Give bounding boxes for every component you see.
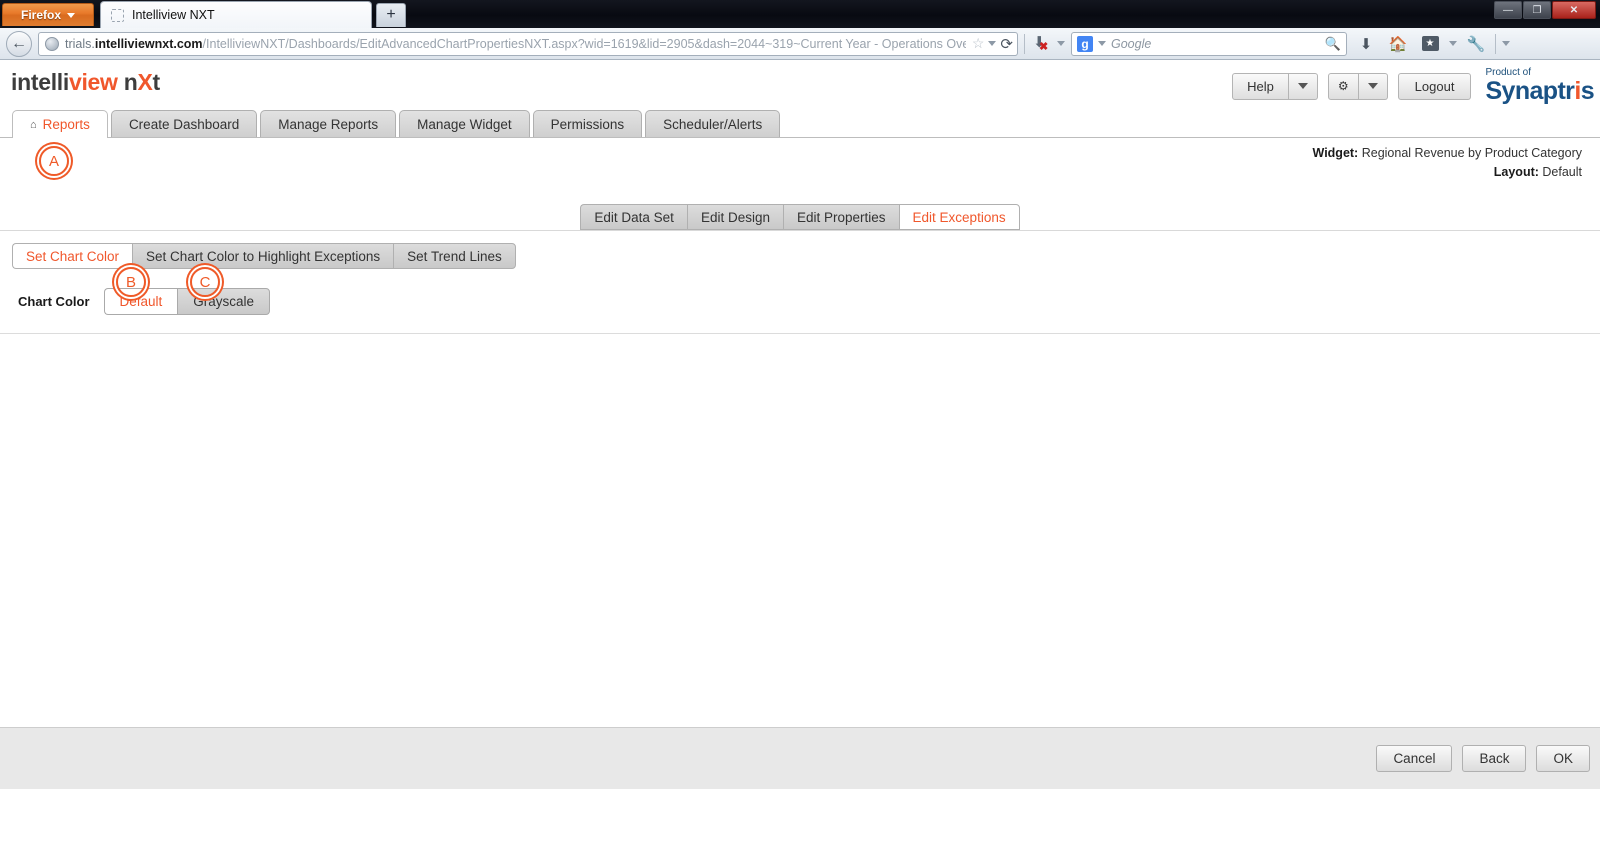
edit-tabs-row: Edit Data Set Edit Design Edit Propertie…	[0, 192, 1600, 230]
layout-value: Default	[1542, 165, 1582, 179]
tab-reports[interactable]: ⌂ Reports	[12, 110, 108, 138]
layout-line: Layout: Default	[0, 163, 1582, 182]
chevron-down-icon	[1367, 83, 1378, 89]
layout-label: Layout:	[1493, 165, 1539, 179]
divider-above-subtabs	[0, 230, 1600, 231]
back-button-footer[interactable]: Back	[1462, 745, 1527, 772]
help-button-group: Help	[1232, 72, 1318, 100]
logo-x: X	[137, 69, 153, 95]
application-body: intelliview nXt Help ⚙ Logout Product of…	[0, 60, 1600, 789]
extension-icon[interactable]: 🔧	[1463, 32, 1489, 56]
tab-permissions[interactable]: Permissions	[532, 110, 643, 137]
content-area: Cancel Back OK	[0, 334, 1600, 789]
globe-icon	[45, 36, 59, 51]
toolbar-divider	[1024, 33, 1025, 54]
firefox-menu-label: Firefox	[20, 8, 61, 22]
gear-icon[interactable]: ⚙	[1327, 72, 1359, 100]
browser-navbar: ← trials.intelliviewnxt.com/IntelliviewN…	[0, 28, 1600, 60]
search-engine-caret-icon[interactable]	[1098, 41, 1106, 46]
page-favicon-icon	[111, 8, 124, 22]
url-text: trials.intelliviewnxt.com/IntelliviewNXT…	[65, 37, 966, 51]
chevron-down-icon	[67, 12, 75, 18]
widget-line: Widget: Regional Revenue by Product Cate…	[0, 144, 1582, 163]
browser-titlebar: Firefox Intelliview NXT + — ❐ ✕	[0, 0, 1600, 28]
tab-edit-exceptions[interactable]: Edit Exceptions	[898, 204, 1020, 230]
url-prefix: trials.	[65, 36, 95, 51]
help-dropdown-button[interactable]	[1288, 72, 1318, 100]
url-bar-icons: ☆ ⟳	[972, 35, 1013, 53]
url-path: /IntelliviewNXT/Dashboards/EditAdvancedC…	[202, 36, 966, 51]
window-controls: — ❐ ✕	[1494, 1, 1596, 19]
tab-label: Reports	[42, 117, 90, 132]
sub-tabs-row: Set Chart Color Set Chart Color to Highl…	[0, 243, 1600, 269]
tab-manage-reports[interactable]: Manage Reports	[260, 110, 397, 137]
search-icon[interactable]: 🔍	[1325, 36, 1341, 52]
ok-button[interactable]: OK	[1536, 745, 1590, 772]
home-icon[interactable]: 🏠	[1385, 32, 1411, 56]
toolbar-overflow-caret-icon[interactable]	[1057, 41, 1065, 46]
bookmarks-caret-icon[interactable]	[1449, 41, 1457, 46]
back-button[interactable]: ←	[6, 30, 32, 57]
close-button[interactable]: ✕	[1552, 1, 1596, 19]
toolbar-overflow-icon[interactable]	[1502, 41, 1510, 46]
chart-color-label: Chart Color	[18, 294, 90, 309]
downloads-icon[interactable]: ⬇	[1353, 32, 1379, 56]
bookmark-star-icon[interactable]: ☆	[972, 35, 985, 52]
logo-n: n	[123, 69, 138, 95]
help-button[interactable]: Help	[1232, 72, 1289, 100]
browser-tab-strip: Intelliview NXT +	[100, 1, 406, 28]
synaptris-wordmark: Synaptris	[1485, 77, 1594, 105]
tab-edit-design[interactable]: Edit Design	[686, 204, 783, 230]
browser-tab[interactable]: Intelliview NXT	[100, 1, 372, 28]
tab-edit-properties[interactable]: Edit Properties	[782, 204, 899, 230]
cancel-button[interactable]: Cancel	[1376, 745, 1453, 772]
logo-view: view	[68, 69, 118, 95]
chevron-down-icon	[1297, 83, 1308, 89]
reload-icon[interactable]: ⟳	[1000, 35, 1013, 53]
search-input[interactable]: g Google 🔍	[1071, 31, 1347, 56]
settings-button-group: ⚙	[1327, 72, 1388, 100]
home-icon: ⌂	[30, 118, 37, 131]
main-navigation-tabs: ⌂ Reports Create Dashboard Manage Report…	[0, 110, 1600, 138]
annotation-marker-c: C	[190, 267, 220, 297]
settings-dropdown-button[interactable]	[1358, 72, 1388, 100]
search-placeholder: Google	[1111, 36, 1152, 51]
bookmarks-icon[interactable]: ★	[1417, 32, 1443, 56]
app-header: intelliview nXt Help ⚙ Logout Product of…	[0, 60, 1600, 110]
toolbar-divider-2	[1495, 33, 1496, 54]
stop-download-icon[interactable]: ⬇ ✖	[1031, 34, 1051, 54]
tab-create-dashboard[interactable]: Create Dashboard	[110, 110, 258, 137]
chart-color-row: Chart Color Default Grayscale	[0, 288, 1600, 315]
google-icon: g	[1077, 35, 1093, 52]
tab-manage-widget[interactable]: Manage Widget	[399, 110, 530, 137]
widget-value: Regional Revenue by Product Category	[1361, 146, 1582, 160]
synaptris-brand: Product of Synaptris	[1485, 68, 1594, 104]
history-dropdown-icon[interactable]	[988, 41, 997, 46]
annotation-marker-a: A	[39, 146, 69, 176]
logo-intelli: intelli	[11, 69, 69, 95]
header-actions: Help ⚙ Logout Product of Synaptris	[1232, 68, 1595, 104]
footer-action-bar: Cancel Back OK	[0, 727, 1600, 789]
set-trend-lines-tab[interactable]: Set Trend Lines	[393, 243, 516, 269]
intelliview-nxt-logo: intelliview nXt	[11, 69, 160, 96]
set-chart-color-highlight-exceptions-tab[interactable]: Set Chart Color to Highlight Exceptions	[132, 243, 394, 269]
browser-tab-label: Intelliview NXT	[132, 8, 215, 22]
url-bar[interactable]: trials.intelliviewnxt.com/IntelliviewNXT…	[38, 31, 1018, 56]
widget-label: Widget:	[1312, 146, 1359, 160]
new-tab-button[interactable]: +	[376, 3, 406, 27]
set-chart-color-tab[interactable]: Set Chart Color	[12, 243, 133, 269]
minimize-button[interactable]: —	[1494, 1, 1522, 19]
tab-scheduler-alerts[interactable]: Scheduler/Alerts	[645, 110, 781, 137]
logo-t: t	[152, 69, 161, 95]
widget-info: Widget: Regional Revenue by Product Cate…	[0, 138, 1600, 182]
logout-button[interactable]: Logout	[1397, 72, 1472, 100]
firefox-menu-button[interactable]: Firefox	[2, 3, 94, 26]
chart-color-grayscale-button[interactable]: Grayscale	[177, 288, 271, 315]
restore-button[interactable]: ❐	[1523, 1, 1551, 19]
url-host: intelliviewnxt.com	[94, 36, 203, 51]
tab-edit-data-set[interactable]: Edit Data Set	[580, 204, 687, 230]
annotation-marker-b: B	[116, 267, 146, 297]
